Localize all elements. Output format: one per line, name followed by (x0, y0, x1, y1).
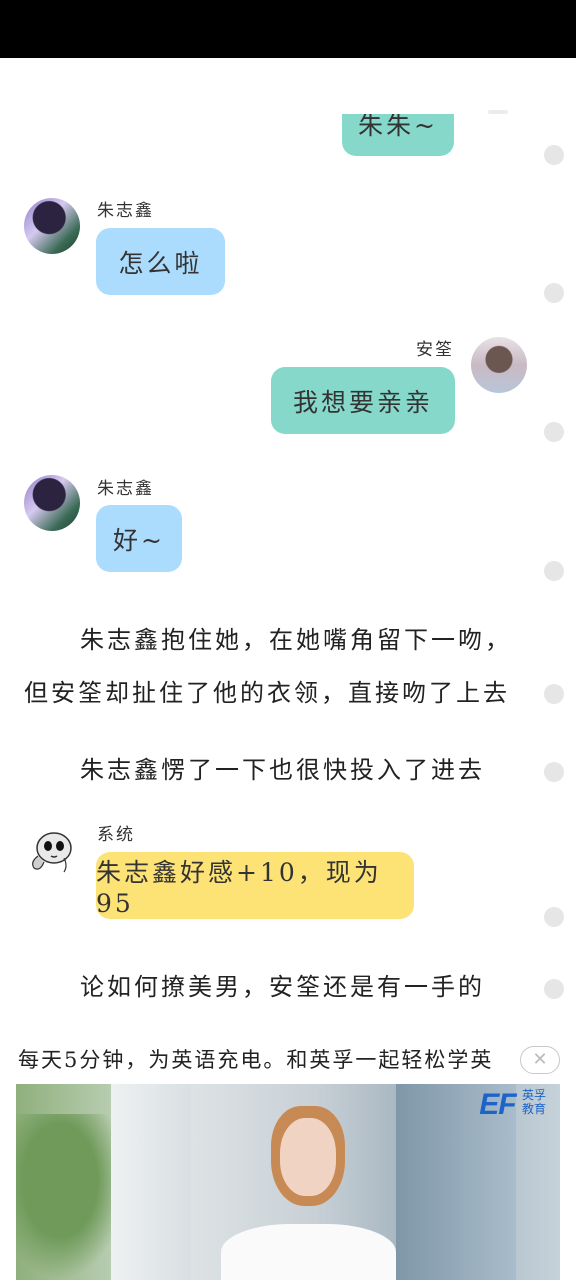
status-bar (0, 0, 576, 58)
brand-logo: EF 英孚 教育 (479, 1088, 546, 1122)
avatar-system[interactable] (24, 828, 74, 878)
narration-text: 但安筌却扯住了他的衣领，直接吻了上去 (24, 679, 510, 707)
speaker-name: 安筌 (416, 340, 454, 360)
avatar-zhu[interactable] (24, 475, 80, 531)
page-dot-icon[interactable] (544, 422, 564, 442)
narration-text: 朱志鑫抱住她，在她嘴角留下一吻， (80, 626, 512, 654)
page-dot-icon[interactable] (544, 907, 564, 927)
avatar-an[interactable] (471, 337, 527, 393)
page-dot-icon[interactable] (544, 979, 564, 999)
ghost-icon (32, 832, 72, 873)
page-dot-icon[interactable] (544, 762, 564, 782)
message-text: 我想要亲亲 (292, 387, 433, 417)
close-icon[interactable]: ✕ (520, 1046, 560, 1074)
brand-subtitle: 教育 (521, 1102, 546, 1116)
narration-text: 论如何撩美男，安筌还是有一手的 (80, 973, 485, 1001)
speaker-name: 朱志鑫 (97, 201, 154, 221)
brand-name: 英孚 (521, 1088, 546, 1102)
message-text: 朱志鑫好感+10，现为95 (96, 858, 382, 918)
message-bubble-zhu: 怎么啦 (96, 228, 225, 295)
message-bubble-an: 我想要亲亲 (271, 367, 455, 434)
ef-logo-mark: EF (479, 1088, 516, 1121)
speaker-name: 朱志鑫 (97, 479, 154, 499)
narration-text: 朱志鑫愣了一下也很快投入了进去 (80, 756, 485, 784)
page-dot-icon[interactable] (544, 684, 564, 704)
avatar-zhu[interactable] (24, 198, 80, 254)
ad-title[interactable]: 每天5分钟，为英语充电。和英孚一起轻松学英 (18, 1044, 493, 1074)
page-dot-icon[interactable] (544, 561, 564, 581)
page-dot-icon[interactable] (544, 283, 564, 303)
ad-image[interactable]: EF 英孚 教育 (16, 1084, 560, 1280)
message-bubble-system: 朱志鑫好感+10，现为95 (96, 852, 414, 919)
message-text: 怎么啦 (118, 248, 203, 278)
message-text: 好~ (113, 525, 165, 555)
message-bubble-zhu: 好~ (96, 505, 182, 572)
speaker-name: 系统 (97, 825, 135, 845)
page-dot-icon[interactable] (544, 145, 564, 165)
